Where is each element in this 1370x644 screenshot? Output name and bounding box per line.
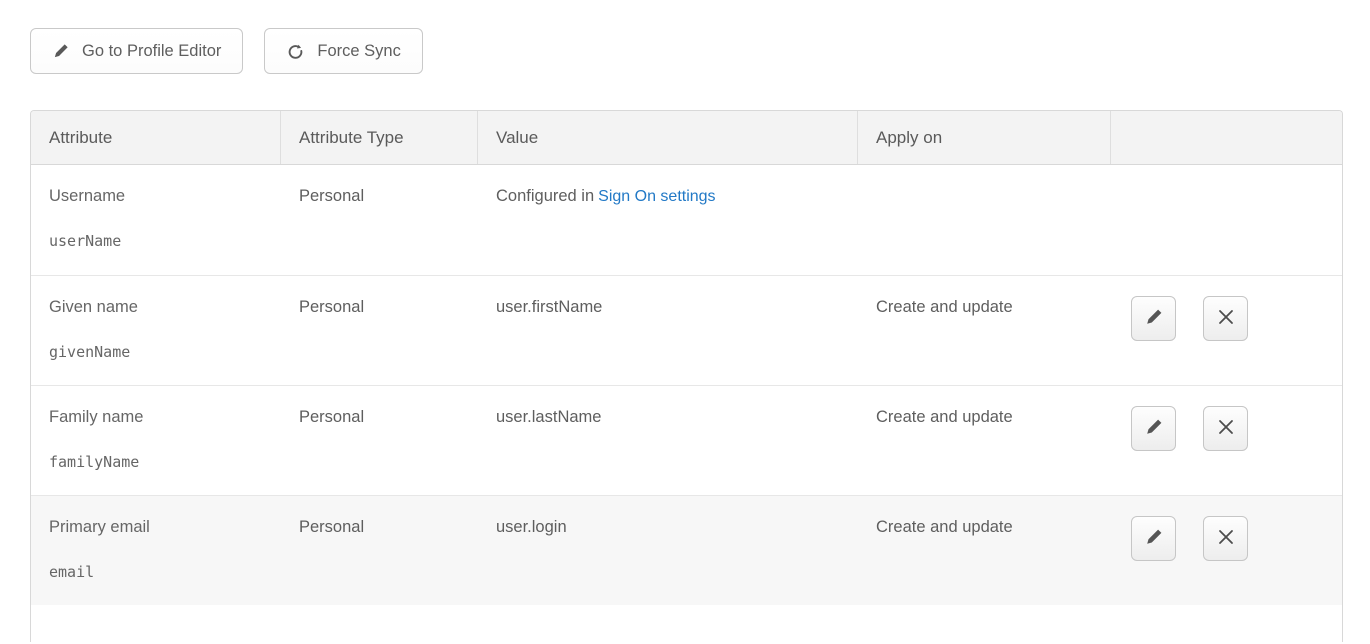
actions-group: [1111, 276, 1342, 341]
pencil-icon: [1144, 307, 1164, 330]
attribute-type-cell: Personal: [281, 496, 478, 605]
table-row-partial: [31, 605, 1342, 642]
actions-group: [1111, 496, 1342, 561]
value-cell: user.firstName: [478, 276, 858, 385]
remove-attribute-button[interactable]: [1203, 406, 1248, 451]
attribute-variable: givenName: [49, 343, 271, 361]
close-icon: [1216, 527, 1236, 550]
attribute-label: Family name: [49, 408, 271, 427]
table-row: Primary email email Personal user.login …: [31, 495, 1342, 605]
attribute-type-cell: Personal: [281, 386, 478, 495]
toolbar: Go to Profile Editor Force Sync: [30, 28, 423, 74]
remove-attribute-button[interactable]: [1203, 296, 1248, 341]
actions-cell: [1111, 386, 1342, 495]
force-sync-label: Force Sync: [317, 42, 400, 61]
attribute-type-cell: Personal: [281, 276, 478, 385]
actions-group: [1111, 386, 1342, 451]
value-text: user.firstName: [496, 298, 602, 316]
apply-on-cell: Create and update: [858, 496, 1111, 605]
go-to-profile-editor-label: Go to Profile Editor: [82, 42, 221, 61]
attribute-type-text: Personal: [299, 298, 364, 316]
table-header-row: Attribute Attribute Type Value Apply on: [31, 111, 1342, 165]
value-cell: Configured inSign On settings: [478, 165, 858, 275]
attribute-variable: email: [49, 563, 271, 581]
remove-attribute-button[interactable]: [1203, 516, 1248, 561]
table-row: Given name givenName Personal user.first…: [31, 275, 1342, 385]
go-to-profile-editor-button[interactable]: Go to Profile Editor: [30, 28, 243, 74]
table-row: Username userName Personal Configured in…: [31, 165, 1342, 275]
attribute-variable: familyName: [49, 453, 271, 471]
attribute-type-text: Personal: [299, 408, 364, 426]
actions-cell: [1111, 165, 1342, 275]
value-text: user.login: [496, 518, 567, 536]
attribute-cell: Username userName: [31, 165, 281, 275]
attribute-type-text: Personal: [299, 187, 364, 205]
apply-on-cell: Create and update: [858, 276, 1111, 385]
edit-attribute-button[interactable]: [1131, 296, 1176, 341]
apply-on-cell: Create and update: [858, 386, 1111, 495]
value-text: Configured in: [496, 187, 594, 205]
force-sync-button[interactable]: Force Sync: [264, 28, 422, 74]
value-text: user.lastName: [496, 408, 601, 426]
value-cell: user.lastName: [478, 386, 858, 495]
column-header-apply-on: Apply on: [858, 111, 1111, 164]
apply-on-cell: [858, 165, 1111, 275]
attribute-cell: Primary email email: [31, 496, 281, 605]
attribute-type-cell: Personal: [281, 165, 478, 275]
edit-attribute-button[interactable]: [1131, 406, 1176, 451]
sign-on-settings-link[interactable]: Sign On settings: [598, 188, 715, 205]
column-header-attribute: Attribute: [31, 111, 281, 164]
apply-on-text: Create and update: [876, 518, 1013, 536]
apply-on-text: Create and update: [876, 408, 1013, 426]
attribute-label: Primary email: [49, 518, 271, 537]
pencil-icon: [1144, 417, 1164, 440]
attribute-cell: Family name familyName: [31, 386, 281, 495]
refresh-icon: [286, 42, 305, 61]
column-header-value: Value: [478, 111, 858, 164]
actions-cell: [1111, 276, 1342, 385]
actions-cell: [1111, 496, 1342, 605]
pencil-icon: [1144, 527, 1164, 550]
apply-on-text: Create and update: [876, 298, 1013, 316]
attribute-variable: userName: [49, 232, 271, 250]
attribute-mapping-table: Attribute Attribute Type Value Apply on …: [30, 110, 1343, 642]
attribute-label: Given name: [49, 298, 271, 317]
column-header-actions: [1111, 111, 1342, 164]
column-header-attribute-type: Attribute Type: [281, 111, 478, 164]
close-icon: [1216, 307, 1236, 330]
value-cell: user.login: [478, 496, 858, 605]
table-row: Family name familyName Personal user.las…: [31, 385, 1342, 495]
edit-attribute-button[interactable]: [1131, 516, 1176, 561]
attribute-type-text: Personal: [299, 518, 364, 536]
attribute-cell: Given name givenName: [31, 276, 281, 385]
pencil-icon: [52, 42, 70, 60]
table-body: Username userName Personal Configured in…: [31, 165, 1342, 605]
attribute-label: Username: [49, 187, 271, 206]
close-icon: [1216, 417, 1236, 440]
